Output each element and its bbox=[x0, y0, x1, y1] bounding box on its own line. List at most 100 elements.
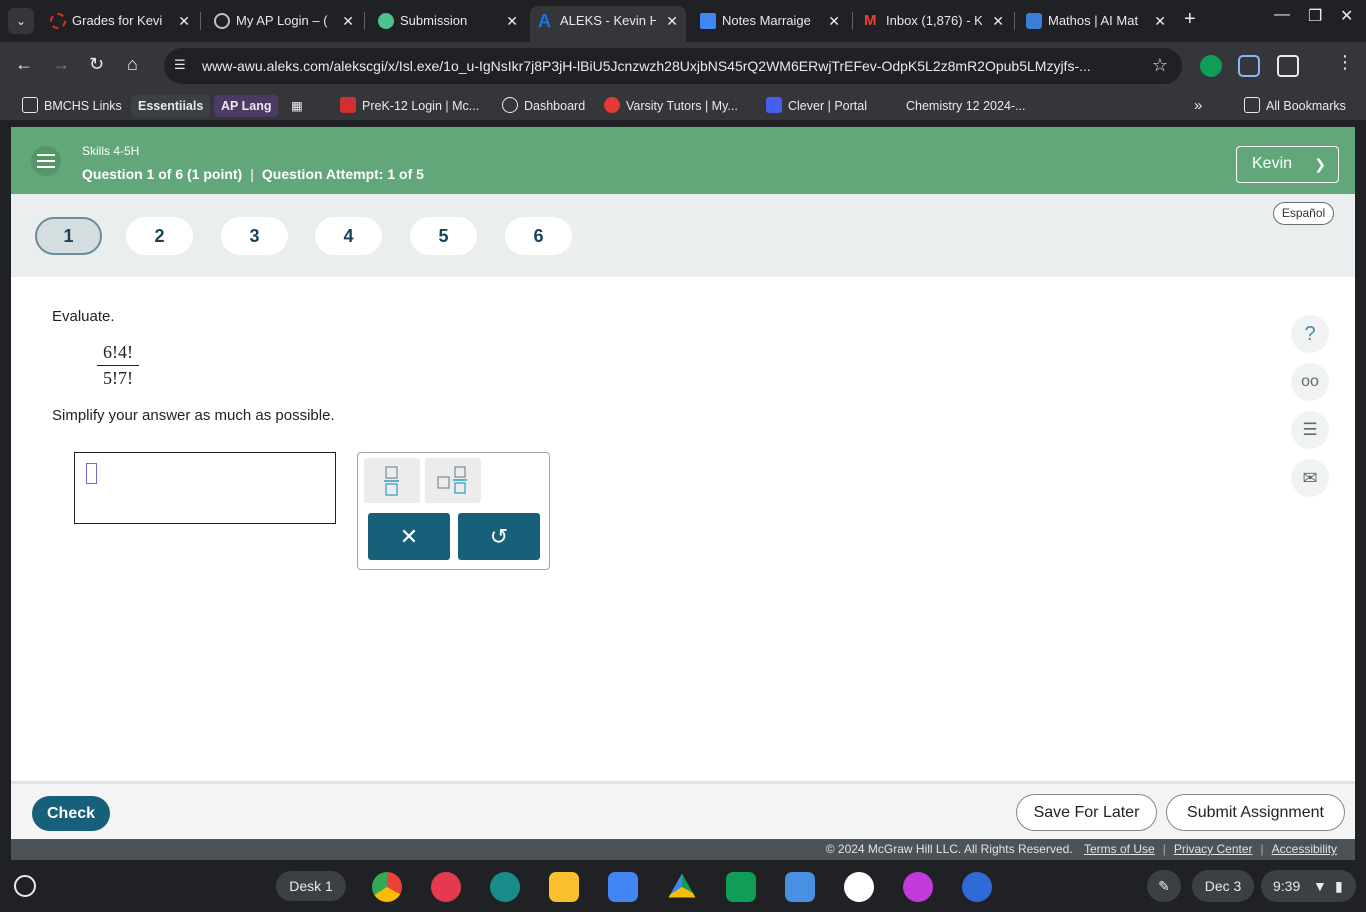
clear-button[interactable]: ✕ bbox=[368, 513, 450, 560]
close-tab-icon[interactable]: ✕ bbox=[1154, 6, 1166, 36]
tab-mathos[interactable]: Mathos | AI Mat ✕ bbox=[1018, 6, 1174, 36]
glasses-icon[interactable]: oo bbox=[1291, 363, 1329, 401]
back-arrow-icon[interactable]: ← bbox=[15, 54, 33, 75]
canvas-app-icon[interactable] bbox=[903, 872, 933, 902]
close-tab-icon[interactable]: ✕ bbox=[342, 6, 354, 36]
fraction-expression: 6!4! 5!7! bbox=[97, 342, 139, 389]
undo-button[interactable]: ↺ bbox=[458, 513, 540, 560]
aleks-page: Skills 4-5H Question 1 of 6 (1 point) | Qu… bbox=[11, 127, 1355, 860]
tab-ap-login[interactable]: My AP Login – ( ✕ bbox=[206, 6, 362, 36]
bookmark-chemistry[interactable]: Chemistry 12 2024-... bbox=[906, 95, 1026, 117]
espanol-button[interactable]: Español bbox=[1273, 202, 1334, 225]
bookmark-varsity-tutors[interactable]: Varsity Tutors | My... bbox=[604, 95, 738, 117]
fraction-denominator: 5!7! bbox=[103, 368, 133, 388]
bookmark-star-icon[interactable]: ☆ bbox=[1152, 55, 1168, 76]
launcher-icon[interactable] bbox=[14, 875, 36, 897]
prompt-text: Evaluate. bbox=[52, 308, 115, 325]
more-bookmarks-chevron-icon[interactable]: » bbox=[1194, 95, 1202, 117]
os-shelf: Desk 1 ✎ Dec 3 9:39 ▼ ▮ bbox=[0, 860, 1366, 912]
question-3-button[interactable]: 3 bbox=[221, 217, 288, 255]
privacy-link[interactable]: Privacy Center bbox=[1174, 842, 1253, 856]
save-for-later-button[interactable]: Save For Later bbox=[1016, 794, 1157, 831]
more-menu-icon[interactable]: ⋮ bbox=[1336, 52, 1354, 73]
bookmark-all-bookmarks[interactable]: All Bookmarks bbox=[1244, 95, 1346, 117]
reload-icon[interactable]: ↻ bbox=[89, 54, 104, 75]
address-bar[interactable]: ☰ www-awu.aleks.com/alekscgi/x/Isl.exe/1… bbox=[164, 48, 1182, 84]
varsity-tutors-icon bbox=[604, 97, 620, 113]
hamburger-menu-icon[interactable] bbox=[31, 146, 61, 176]
close-window-icon[interactable]: ✕ bbox=[1340, 6, 1353, 26]
mathos-favicon-icon bbox=[1026, 13, 1042, 29]
slides-app-icon[interactable] bbox=[549, 872, 579, 902]
check-button[interactable]: Check bbox=[32, 796, 110, 831]
puzzle-extensions-icon[interactable] bbox=[1277, 55, 1299, 77]
sheets-app-icon[interactable] bbox=[726, 872, 756, 902]
close-tab-icon[interactable]: ✕ bbox=[506, 6, 518, 36]
section-title: Skills 4-5H bbox=[82, 144, 140, 158]
question-navigation: 1 2 3 4 5 6 Español bbox=[11, 194, 1355, 277]
drive-app-icon[interactable] bbox=[668, 873, 696, 898]
tab-submission[interactable]: Submission ✕ bbox=[370, 6, 526, 36]
clever-icon bbox=[766, 97, 782, 113]
site-settings-icon[interactable]: ☰ bbox=[174, 57, 192, 75]
close-tab-icon[interactable]: ✕ bbox=[828, 6, 840, 36]
question-content: Evaluate. 6!4! 5!7! Simplify your answer… bbox=[11, 277, 1355, 781]
docs-favicon-icon bbox=[700, 13, 716, 29]
app-icon[interactable] bbox=[962, 872, 992, 902]
submit-assignment-button[interactable]: Submit Assignment bbox=[1166, 794, 1345, 831]
bookmark-prek12-login[interactable]: PreK-12 Login | Mc... bbox=[340, 95, 479, 117]
folder-icon bbox=[22, 97, 38, 113]
restore-icon[interactable]: ❐ bbox=[1308, 6, 1322, 26]
bookmark-essentiials[interactable]: Essentiials bbox=[131, 95, 211, 117]
bookmark-clever[interactable]: Clever | Portal bbox=[766, 95, 867, 117]
action-footer: Check Save For Later Submit Assignment bbox=[11, 781, 1355, 839]
gmail-app-icon[interactable] bbox=[844, 872, 874, 902]
bookmark-ap-lang[interactable]: AP Lang bbox=[214, 95, 279, 117]
grammarly-extension-icon[interactable] bbox=[1200, 55, 1222, 77]
fraction-icon bbox=[384, 466, 399, 496]
forward-arrow-icon[interactable]: → bbox=[52, 54, 70, 75]
folder-icon bbox=[1244, 97, 1260, 113]
help-icon[interactable]: ? bbox=[1291, 315, 1329, 353]
gmail-favicon-icon: M bbox=[864, 12, 877, 29]
bookmark-bmchs-links[interactable]: BMCHS Links bbox=[22, 95, 122, 117]
fraction-template-button[interactable] bbox=[364, 458, 420, 503]
extension-icon[interactable] bbox=[1238, 55, 1260, 77]
stylus-icon[interactable]: ✎ bbox=[1147, 870, 1181, 902]
tab-gmail[interactable]: M Inbox (1,876) - K ✕ bbox=[856, 6, 1012, 36]
apps-grid-icon[interactable]: ▦ bbox=[291, 95, 303, 117]
files-app-icon[interactable] bbox=[785, 872, 815, 902]
minimize-icon[interactable]: — bbox=[1274, 6, 1290, 24]
mail-icon[interactable]: ✉ bbox=[1291, 459, 1329, 497]
mixed-number-template-button[interactable] bbox=[425, 458, 481, 503]
tab-aleks[interactable]: A ALEKS - Kevin H ✕ bbox=[530, 6, 686, 42]
bookmark-dashboard[interactable]: Dashboard bbox=[502, 95, 585, 117]
date-tray[interactable]: Dec 3 bbox=[1192, 870, 1254, 902]
mcgraw-hill-icon bbox=[340, 97, 356, 113]
tab-grades[interactable]: Grades for Kevi ✕ bbox=[42, 6, 198, 36]
classroom-app-icon[interactable] bbox=[490, 872, 520, 902]
notes-icon[interactable]: ☰ bbox=[1291, 411, 1329, 449]
close-tab-icon[interactable]: ✕ bbox=[178, 6, 190, 36]
question-2-button[interactable]: 2 bbox=[126, 217, 193, 255]
question-6-button[interactable]: 6 bbox=[505, 217, 572, 255]
home-icon[interactable]: ⌂ bbox=[127, 54, 138, 75]
docs-app-icon[interactable] bbox=[608, 872, 638, 902]
question-5-button[interactable]: 5 bbox=[410, 217, 477, 255]
terms-link[interactable]: Terms of Use bbox=[1084, 842, 1155, 856]
status-tray[interactable]: 9:39 ▼ ▮ bbox=[1261, 870, 1356, 902]
paint-app-icon[interactable] bbox=[431, 872, 461, 902]
chrome-icon[interactable] bbox=[372, 872, 402, 902]
tab-search-chevron-icon[interactable]: ⌄ bbox=[8, 8, 34, 34]
answer-input[interactable] bbox=[74, 452, 336, 524]
question-4-button[interactable]: 4 bbox=[315, 217, 382, 255]
tab-notes[interactable]: Notes Marraige ✕ bbox=[692, 6, 848, 36]
desk-button[interactable]: Desk 1 bbox=[276, 871, 346, 901]
accessibility-link[interactable]: Accessibility bbox=[1272, 842, 1337, 856]
close-tab-icon[interactable]: ✕ bbox=[992, 6, 1004, 36]
question-1-button[interactable]: 1 bbox=[35, 217, 102, 255]
close-tab-icon[interactable]: ✕ bbox=[666, 6, 678, 36]
new-tab-plus-icon[interactable]: + bbox=[1184, 8, 1196, 31]
url-text[interactable]: www-awu.aleks.com/alekscgi/x/Isl.exe/1o_… bbox=[202, 48, 1122, 84]
user-menu-button[interactable]: Kevin ❯ bbox=[1236, 146, 1339, 183]
